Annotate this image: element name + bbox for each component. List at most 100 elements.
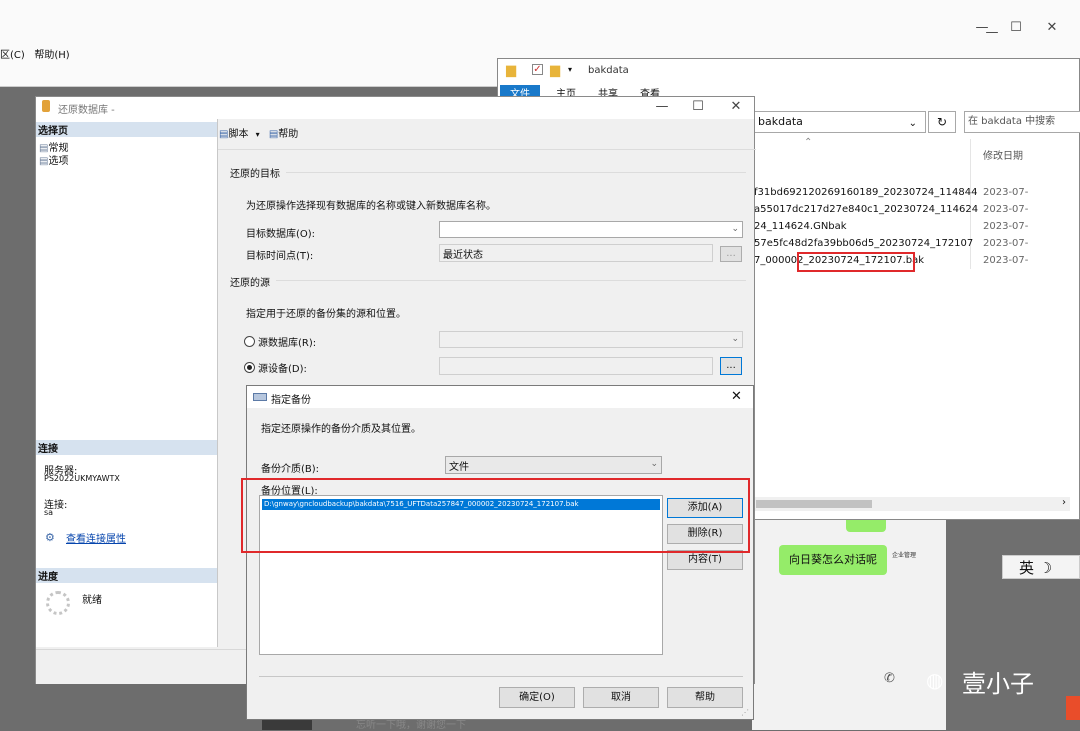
source-device-browse-button[interactable]: ...	[720, 357, 742, 375]
scrollbar-thumb[interactable]	[756, 500, 872, 508]
file-name: f31bd692120269160189_20230724_114844	[754, 187, 978, 198]
target-group-line	[286, 172, 746, 173]
view-connection-link[interactable]: 查看连接属性	[66, 530, 126, 545]
file-row[interactable]: a55017dc217d27e840c1_20230724_114624 202…	[754, 204, 1080, 221]
search-placeholder: 在 bakdata 中搜索	[968, 116, 1056, 127]
orange-badge	[1066, 696, 1080, 720]
target-database-dropdown[interactable]: ⌄	[439, 221, 743, 238]
target-db-label: 目标数据库(O):	[246, 229, 316, 240]
restore-title: 还原数据库 -	[58, 105, 115, 116]
page-label: 选项	[48, 156, 69, 167]
select-page-header: 选择页	[36, 122, 217, 137]
source-db-label: 源数据库(R):	[258, 338, 317, 349]
scroll-right-icon[interactable]: ›	[1062, 497, 1066, 508]
backup-media-label: 备份介质(B):	[261, 464, 320, 475]
chevron-down-icon: ⌄	[731, 224, 739, 234]
address-path: bakdata	[758, 115, 803, 128]
folder-icon[interactable]: ▆	[550, 63, 560, 78]
resize-grip-icon[interactable]: ⋰	[741, 708, 749, 717]
dialog-separator	[259, 676, 743, 677]
chat-bubble-fragment	[846, 518, 886, 532]
help-button[interactable]: 帮助	[278, 129, 298, 140]
chat-bubble: 向日葵怎么对话呢	[779, 545, 887, 575]
file-name: a55017dc217d27e840c1_20230724_114624	[754, 204, 979, 215]
dialog-help-button[interactable]: 帮助	[667, 687, 743, 708]
cancel-button[interactable]: 取消	[583, 687, 659, 708]
chevron-down-icon[interactable]: ▾	[256, 130, 260, 139]
chevron-down-icon[interactable]: ⌄	[909, 115, 917, 133]
file-date: 2023-07-	[983, 221, 1029, 232]
refresh-button[interactable]: ↻	[928, 111, 956, 133]
address-bar[interactable]: bakdata ⌄	[754, 111, 926, 133]
target-time-value: 最近状态	[443, 250, 483, 261]
close-icon[interactable]: ✕	[720, 99, 752, 114]
source-device-label: 源设备(D):	[258, 364, 307, 375]
connection-header: 连接	[36, 440, 217, 455]
sort-up-icon: ⌃	[804, 137, 813, 148]
restore-titlebar: 还原数据库 - — ☐ ✕	[36, 97, 754, 119]
dialog-title: 指定备份	[271, 395, 311, 406]
file-date: 2023-07-	[983, 187, 1029, 198]
backup-media-dropdown[interactable]: 文件 ⌄	[445, 456, 662, 474]
target-description: 为还原操作选择现有数据库的名称或键入新数据库名称。	[246, 201, 496, 212]
target-group-title: 还原的目标	[230, 169, 280, 180]
source-db-radio[interactable]: 源数据库(R):	[244, 334, 316, 349]
minimize-icon[interactable]: —	[646, 99, 678, 114]
ime-indicator[interactable]: 英 ☽	[1002, 555, 1080, 579]
target-time-label: 目标时间点(T):	[246, 251, 314, 262]
chevron-down-icon: ⌄	[650, 459, 658, 469]
page-item-options[interactable]: ▤选项	[39, 152, 68, 167]
file-name: 24_114624.GNbak	[754, 221, 847, 232]
toolbar: ▤脚本 ▾ ▤帮助	[219, 125, 298, 145]
minimize-icon[interactable]: —	[976, 25, 1008, 40]
close-icon[interactable]: ✕	[1036, 20, 1068, 35]
file-row[interactable]: f31bd692120269160189_20230724_114844 202…	[754, 187, 1080, 204]
backup-device-icon	[253, 393, 267, 401]
search-input[interactable]: 在 bakdata 中搜索	[964, 111, 1080, 133]
close-icon[interactable]: ✕	[731, 389, 742, 404]
watermark: 壹小子	[962, 670, 1034, 698]
target-time-field: 最近状态	[439, 244, 713, 262]
column-header-date[interactable]: 修改日期	[983, 147, 1023, 162]
ime-language: 英	[1019, 559, 1035, 577]
source-device-radio[interactable]: 源设备(D):	[244, 360, 307, 375]
phone-icon[interactable]: ✆	[884, 671, 895, 686]
menu-item-help[interactable]: 帮助(H)	[34, 50, 69, 61]
dialog-description: 指定还原操作的备份介质及其位置。	[261, 424, 421, 435]
progress-status: 就绪	[82, 595, 102, 606]
target-time-browse-button[interactable]: ...	[720, 246, 742, 262]
file-date: 2023-07-	[983, 204, 1029, 215]
chat-tag: 企业管理	[892, 552, 917, 559]
maximize-icon[interactable]: ☐	[682, 99, 714, 114]
toolbar-separator	[218, 149, 756, 150]
chevron-down-icon: ⌄	[731, 334, 739, 344]
ok-button[interactable]: 确定(O)	[499, 687, 575, 708]
progress-header: 进度	[36, 568, 217, 583]
database-icon	[42, 100, 50, 112]
server-value: PS2022UKMYAWTX	[44, 474, 120, 483]
source-device-field	[439, 357, 713, 375]
file-name: 57e5fc48d2fa39bb06d5_20230724_172107	[754, 238, 974, 249]
file-date: 2023-07-	[983, 255, 1029, 266]
source-description: 指定用于还原的备份集的源和位置。	[246, 309, 406, 320]
source-database-dropdown: ⌄	[439, 331, 743, 348]
source-group-title: 还原的源	[230, 278, 270, 289]
chevron-down-icon[interactable]: ▾	[568, 65, 572, 74]
filename-highlight-box	[797, 252, 915, 272]
script-button[interactable]: 脚本	[228, 129, 248, 140]
file-row[interactable]: 24_114624.GNbak 2023-07-	[754, 221, 1080, 238]
folder-icon: ▆	[506, 63, 516, 78]
backup-media-value: 文件	[449, 462, 469, 473]
background-menubar: 区(C) 帮助(H)	[0, 46, 70, 61]
contents-button[interactable]: 内容(T)	[667, 550, 743, 570]
help-icon: ▤	[268, 129, 279, 140]
source-group-line	[276, 280, 746, 281]
location-highlight-box	[241, 478, 750, 553]
dialog-titlebar: 指定备份 ✕	[247, 386, 753, 408]
checkmark-icon[interactable]: ✓	[532, 64, 543, 75]
menu-item-edit[interactable]: 区(C)	[0, 50, 25, 61]
progress-spinner-icon	[46, 591, 70, 615]
horizontal-scrollbar[interactable]: ›	[754, 497, 1070, 511]
radio-icon	[244, 362, 255, 373]
explorer-topbar: —	[738, 25, 1079, 109]
